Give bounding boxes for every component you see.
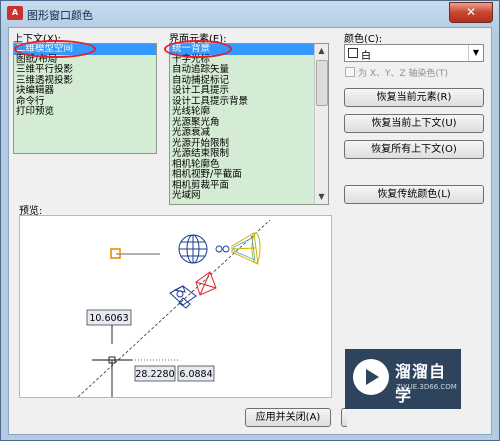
chevron-down-icon[interactable]: ▼ (468, 45, 483, 61)
window-title: 图形窗口颜色 (27, 9, 93, 22)
dim-value-2: 28.2280 (135, 369, 174, 380)
context-listbox[interactable]: 二维模型空间 图纸/布局 三维平行投影 三维透视投影 块编辑器 命令行 打印预览 (13, 43, 157, 154)
cancel-button[interactable] (341, 408, 347, 427)
crosshair-cursor-icon (92, 318, 132, 397)
context-list-item[interactable]: 打印预览 (14, 106, 156, 118)
color-swatch (348, 48, 358, 58)
camera-icon (169, 285, 197, 309)
elements-list-item[interactable]: 自动追踪矢量 (170, 64, 314, 76)
color-select[interactable]: 白 ▼ (344, 44, 484, 62)
elements-list-item[interactable]: 光源衰减 (170, 127, 314, 139)
dim-value-1: 10.6063 (89, 313, 128, 324)
watermark-badge: 溜溜自学 ZIXUE.3D66.COM (345, 349, 461, 409)
scroll-thumb[interactable] (316, 60, 328, 106)
color-label: 颜色(C): (344, 34, 383, 45)
tint-axes-label: 为 X、Y、Z 轴染色(T) (358, 69, 449, 79)
apply-close-button[interactable]: 应用并关闭(A) (245, 408, 331, 427)
tint-axes-checkbox[interactable] (345, 67, 355, 77)
restore-classic-button[interactable]: 恢复传统颜色(L) (344, 185, 484, 204)
elements-list-item[interactable]: 光域网 (170, 190, 314, 202)
restore-element-button[interactable]: 恢复当前元素(R) (344, 88, 484, 107)
title-bar[interactable]: A 图形窗口颜色 ✕ (1, 1, 499, 27)
elements-list-item[interactable]: 统一背景 (170, 44, 314, 55)
grip-marker-icon (110, 248, 121, 259)
context-list-item[interactable]: 块编辑器 (14, 85, 156, 97)
elements-list-item[interactable]: 设计工具提示 (170, 85, 314, 97)
dim-value-3: 6.0884 (179, 369, 212, 380)
spotlight-icon (215, 245, 230, 253)
autocad-app-icon: A (7, 6, 23, 20)
light-cone-icon (231, 232, 261, 265)
scroll-up-icon[interactable]: ▲ (315, 44, 328, 58)
restore-context-button[interactable]: 恢复当前上下文(U) (344, 114, 484, 133)
color-value: 白 (361, 51, 371, 62)
elements-listbox[interactable]: 统一背景 十字光标 自动追踪矢量 自动捕捉标记 设计工具提示 设计工具提示背景 光线轮廓 光源… (169, 43, 329, 205)
elements-scrollbar[interactable]: ▲ ▼ (314, 44, 328, 204)
watermark-name: 溜溜自学 (395, 362, 447, 405)
context-list-item[interactable]: 二维模型空间 (14, 44, 156, 55)
preview-drawing: 10.6063 28.2280 6.0884 (77, 219, 271, 398)
close-button[interactable]: ✕ (449, 2, 493, 23)
elements-list-item[interactable]: 光源结束限制 (170, 148, 314, 160)
restore-all-button[interactable]: 恢复所有上下文(O) (344, 140, 484, 159)
watermark-url: ZIXUE.3D66.COM (396, 383, 457, 391)
elements-list-item[interactable]: 光线轮廓 (170, 106, 314, 118)
play-logo-icon (353, 359, 389, 395)
scroll-down-icon[interactable]: ▼ (315, 190, 328, 204)
preview-pane: 10.6063 28.2280 6.0884 (19, 215, 332, 398)
camera-frustum-icon (195, 271, 217, 296)
dialog-window: A 图形窗口颜色 ✕ 上下文(X): 二维模型空间 图纸/布局 三维平行投影 三维透视… (0, 0, 500, 441)
elements-list-item[interactable]: 相机视野/平截面 (170, 169, 314, 181)
globe-light-icon (178, 234, 208, 264)
context-list-item[interactable]: 三维平行投影 (14, 64, 156, 76)
